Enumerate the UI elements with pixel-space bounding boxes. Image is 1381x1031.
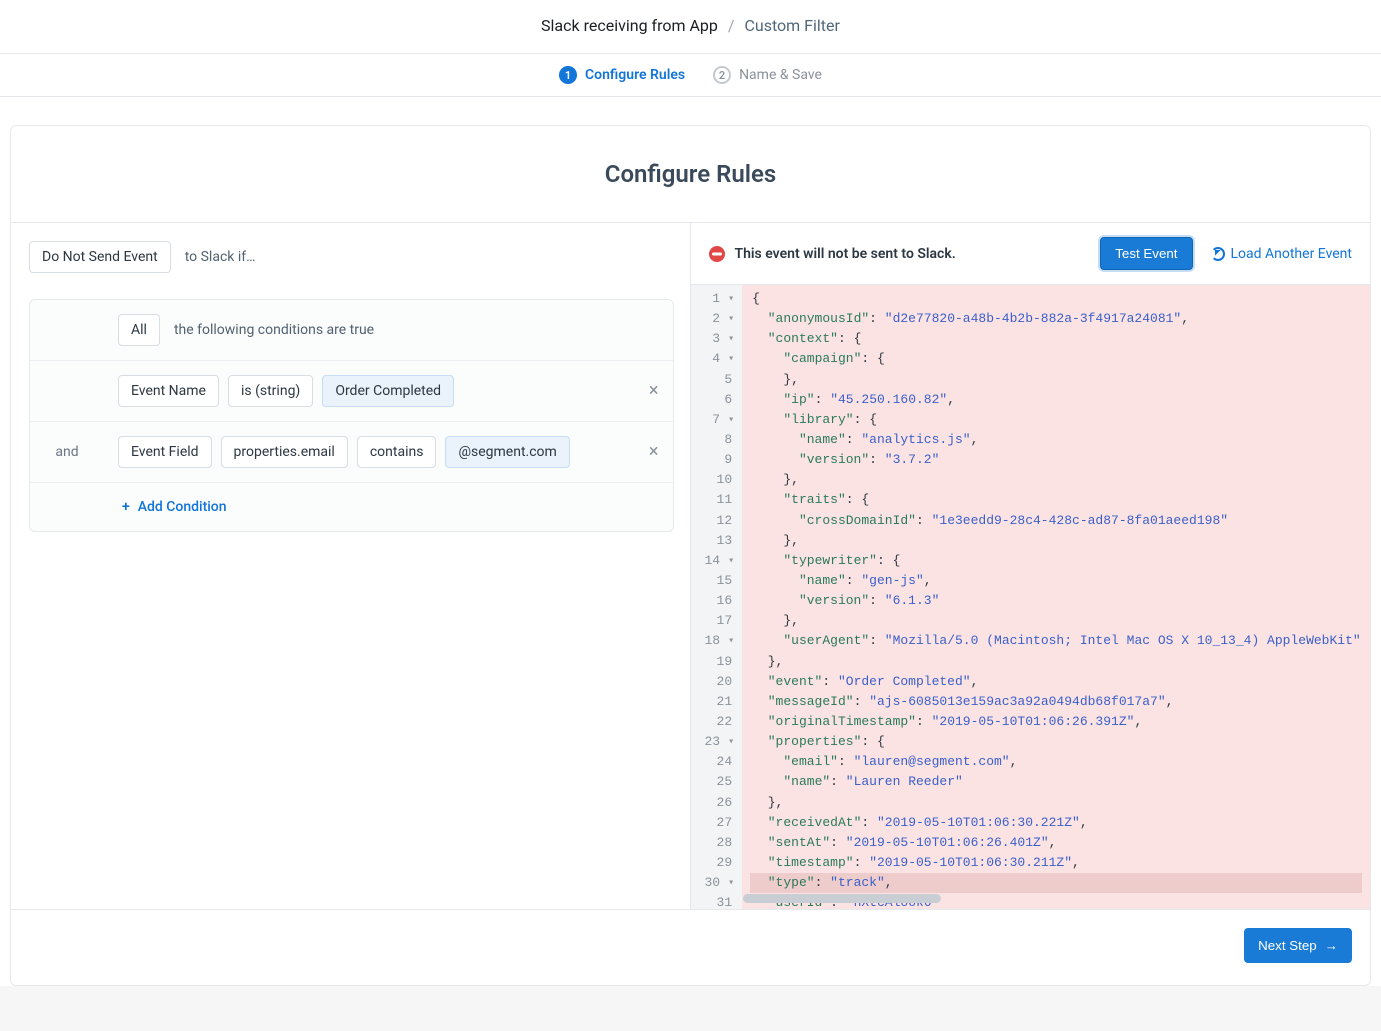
stepper: 1 Configure Rules 2 Name & Save [0, 53, 1381, 97]
operator-select[interactable]: contains [357, 436, 437, 468]
code-content[interactable]: { "anonymousId": "d2e77820-a48b-4b2b-882… [742, 285, 1370, 909]
step-1-number: 1 [559, 66, 577, 84]
action-select[interactable]: Do Not Send Event [29, 241, 171, 273]
load-another-label: Load Another Event [1231, 246, 1353, 262]
json-editor[interactable]: 1234567891011121314151617181920212223242… [691, 284, 1371, 909]
page-title: Configure Rules [11, 126, 1370, 222]
conditions-block: All the following conditions are true Ev… [29, 299, 674, 532]
field-select[interactable]: Event Field [118, 436, 212, 468]
condition-row-2: and Event Field properties.email contain… [30, 422, 673, 483]
blocked-icon [709, 246, 725, 262]
add-condition-label: Add Condition [138, 499, 227, 515]
match-mode-row: All the following conditions are true [30, 300, 673, 361]
rules-builder: Do Not Send Event to Slack if… All the f… [11, 223, 691, 909]
status-message: This event will not be sent to Slack. [735, 246, 956, 262]
test-panel: This event will not be sent to Slack. Te… [691, 223, 1371, 909]
path-input[interactable]: properties.email [221, 436, 348, 468]
remove-condition-icon[interactable]: × [649, 382, 659, 400]
action-suffix: to Slack if… [185, 249, 256, 265]
load-another-event-link[interactable]: Load Another Event [1211, 246, 1353, 262]
next-step-label: Next Step [1258, 938, 1317, 953]
step-2-label: Name & Save [739, 67, 822, 83]
step-configure-rules[interactable]: 1 Configure Rules [559, 66, 685, 84]
plus-icon: + [122, 499, 130, 515]
arrow-right-icon: → [1325, 938, 1338, 953]
breadcrumb-separator: / [728, 16, 735, 35]
joiner [30, 361, 104, 421]
step-name-save[interactable]: 2 Name & Save [713, 66, 822, 84]
add-condition-button[interactable]: + Add Condition [122, 499, 227, 515]
joiner: and [30, 422, 104, 482]
configure-card: Configure Rules Do Not Send Event to Sla… [10, 125, 1371, 986]
breadcrumb-second: Custom Filter [744, 16, 839, 35]
step-2-number: 2 [713, 66, 731, 84]
next-step-button[interactable]: Next Step → [1244, 928, 1352, 963]
breadcrumb-first[interactable]: Slack receiving from App [541, 16, 718, 35]
remove-condition-icon[interactable]: × [649, 443, 659, 461]
condition-row-1: Event Name is (string) Order Completed × [30, 361, 673, 422]
step-1-label: Configure Rules [585, 67, 685, 83]
match-suffix: the following conditions are true [174, 322, 374, 338]
horizontal-scrollbar[interactable] [737, 894, 1357, 903]
test-event-button[interactable]: Test Event [1100, 237, 1192, 270]
value-input[interactable]: Order Completed [322, 375, 454, 407]
operator-select[interactable]: is (string) [228, 375, 313, 407]
match-mode-select[interactable]: All [118, 314, 160, 346]
value-input[interactable]: @segment.com [445, 436, 569, 468]
line-gutter: 1234567891011121314151617181920212223242… [691, 285, 743, 909]
field-select[interactable]: Event Name [118, 375, 219, 407]
refresh-icon [1211, 247, 1225, 261]
breadcrumb: Slack receiving from App / Custom Filter [0, 0, 1381, 53]
